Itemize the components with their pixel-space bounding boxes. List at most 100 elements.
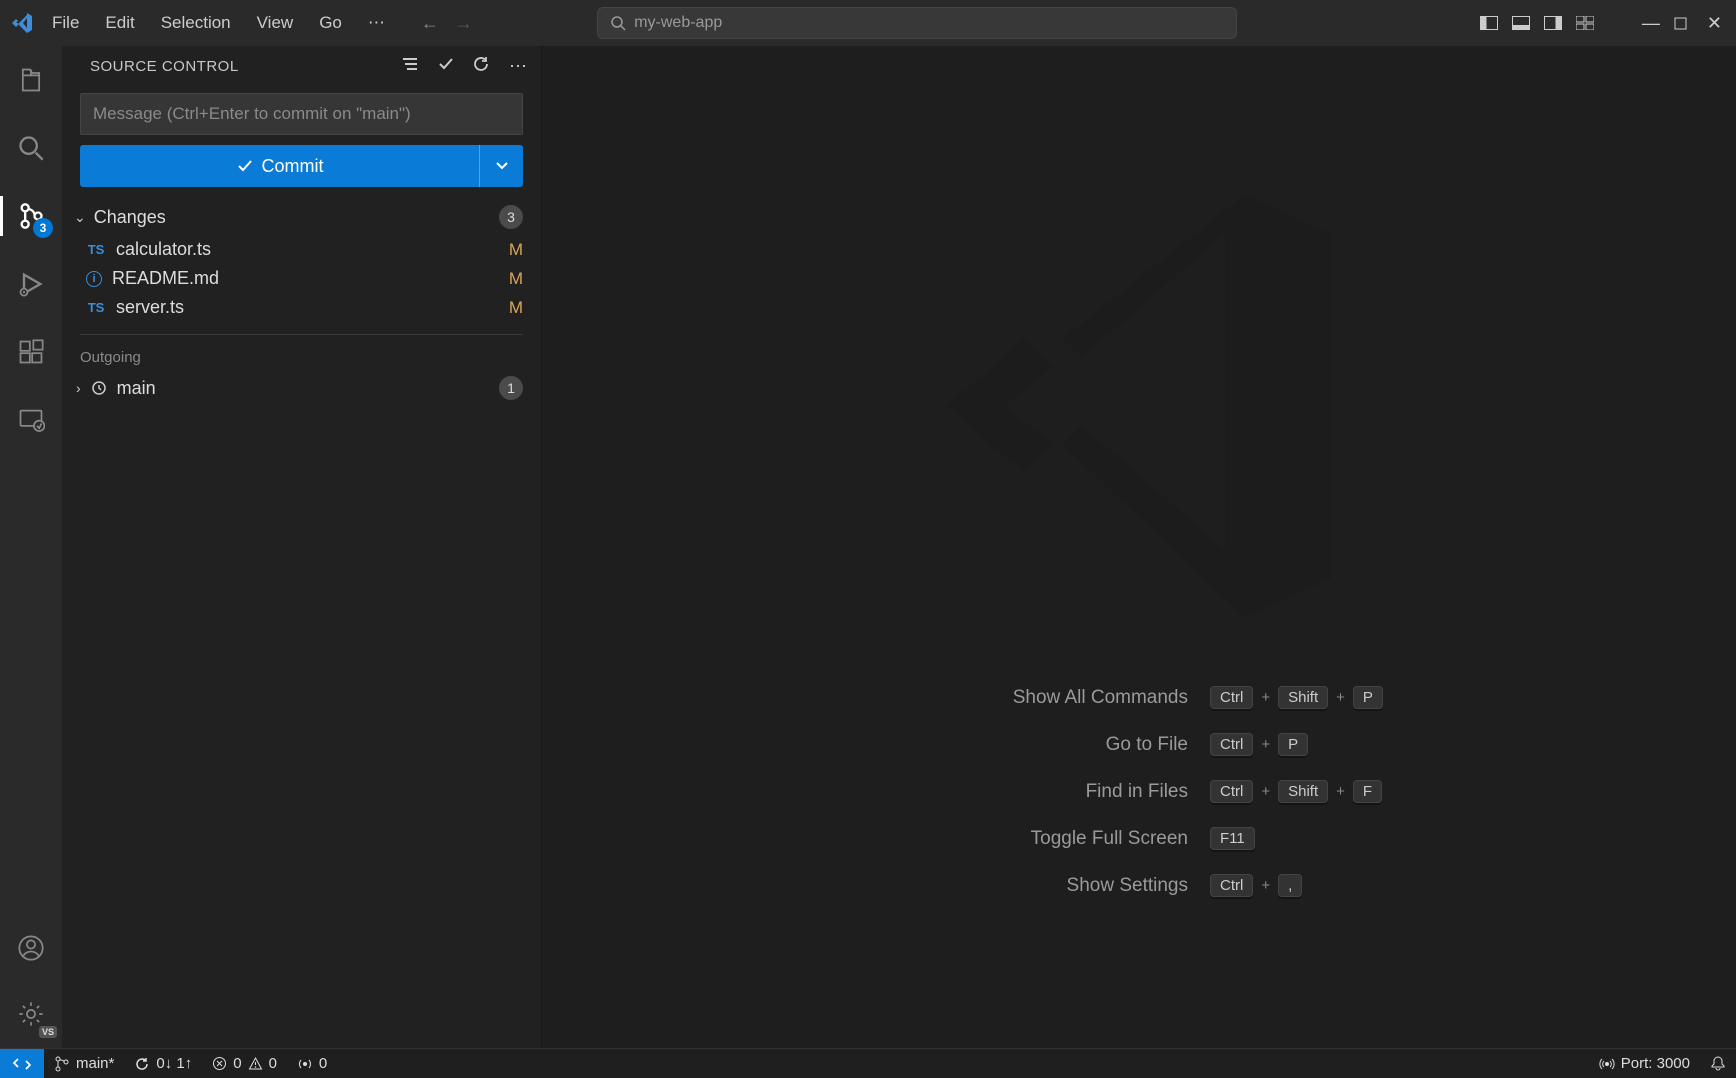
menu-go[interactable]: Go [309,9,352,37]
status-branch[interactable]: main* [44,1049,124,1078]
changes-section[interactable]: ⌄ Changes 3 [62,201,541,235]
commit-check-icon[interactable] [437,56,455,77]
git-branch-icon [54,1056,70,1072]
layout-bottom-icon[interactable] [1512,16,1530,30]
activity-account-icon[interactable] [11,928,51,968]
activity-debug-icon[interactable] [11,264,51,304]
menu-selection[interactable]: Selection [151,9,241,37]
key-cap: F11 [1210,827,1255,850]
status-bell-icon[interactable] [1700,1055,1736,1071]
activity-bar: 3 VS [0,46,62,1048]
menu-file[interactable]: File [42,9,89,37]
minimize-icon[interactable]: — [1642,13,1660,34]
status-bar: main* 0↓ 1↑ 0 0 0 Port: 3000 [0,1048,1736,1078]
status-port-forward[interactable]: Port: 3000 [1589,1055,1700,1072]
shortcut-label: Find in Files [848,781,1188,803]
menu-more-icon[interactable]: ⋯ [358,9,395,37]
sidebar-title: SOURCE CONTROL [90,58,239,75]
chevron-down-icon: ⌄ [74,209,86,226]
check-icon [236,158,254,174]
ts-file-icon: TS [86,242,106,257]
shortcut-label: Toggle Full Screen [848,828,1188,850]
outgoing-count-badge: 1 [499,376,523,400]
key-cap: Shift [1278,686,1328,709]
activity-remote-icon[interactable] [11,400,51,440]
warning-icon [248,1056,263,1071]
shortcut-keys: Ctrl+Shift+F [1210,780,1430,803]
antenna-icon [1599,1056,1615,1072]
shortcut-keys: Ctrl+, [1210,874,1430,897]
changed-file[interactable]: TS calculator.ts M [62,235,541,264]
vscode-watermark-icon [899,166,1379,646]
shortcut-keys: F11 [1210,827,1430,850]
activity-settings-icon[interactable]: VS [11,994,51,1034]
key-cap: P [1353,686,1383,709]
commit-button[interactable]: Commit [80,145,479,187]
shortcut-keys: Ctrl+P [1210,733,1430,756]
command-center-search[interactable]: my-web-app [597,7,1237,39]
error-icon [212,1056,227,1071]
shortcut-label: Show All Commands [848,687,1188,709]
menu-view[interactable]: View [247,9,304,37]
commit-message-input[interactable]: Message (Ctrl+Enter to commit on "main") [80,93,523,135]
scm-sidebar: SOURCE CONTROL ⋯ Message (Ctrl+Enter to … [62,46,542,1048]
key-cap: Ctrl [1210,874,1253,897]
shortcut-row: Go to File Ctrl+P [848,733,1430,756]
activity-extensions-icon[interactable] [11,332,51,372]
commit-circle-icon [91,380,107,396]
status-ports[interactable]: 0 [287,1049,337,1078]
status-problems[interactable]: 0 0 [202,1049,287,1078]
key-cap: F [1353,780,1382,803]
key-cap: Ctrl [1210,686,1253,709]
layout-right-icon[interactable] [1544,16,1562,30]
scm-badge: 3 [33,218,53,238]
key-cap: , [1278,874,1302,897]
outgoing-label: Outgoing [62,335,541,370]
changed-file[interactable]: TS server.ts M [62,293,541,322]
radio-icon [297,1056,313,1072]
editor-area: Show All Commands Ctrl+Shift+P Go to File C… [542,46,1736,1048]
ts-file-icon: TS [86,300,106,315]
activity-scm-icon[interactable]: 3 [11,196,51,236]
modified-indicator: M [509,240,523,260]
key-cap: Shift [1278,780,1328,803]
chevron-right-icon: › [76,380,81,396]
modified-indicator: M [509,269,523,289]
shortcut-row: Show All Commands Ctrl+Shift+P [848,686,1430,709]
shortcut-row: Show Settings Ctrl+, [848,874,1430,897]
outgoing-branch[interactable]: › main 1 [62,370,541,406]
search-icon [610,15,626,31]
shortcut-label: Go to File [848,734,1188,756]
nav-back-icon[interactable]: ← [421,13,439,34]
nav-forward-icon[interactable]: → [455,13,473,34]
remote-indicator-icon[interactable] [0,1049,44,1078]
settings-profile-badge: VS [39,1026,57,1038]
menu-edit[interactable]: Edit [95,9,144,37]
modified-indicator: M [509,298,523,318]
key-cap: Ctrl [1210,780,1253,803]
maximize-icon[interactable] [1674,17,1687,30]
changes-count-badge: 3 [499,205,523,229]
title-bar: File Edit Selection View Go ⋯ ← → my-web… [0,0,1736,46]
activity-explorer-icon[interactable] [11,60,51,100]
info-file-icon: i [86,271,102,287]
activity-search-icon[interactable] [11,128,51,168]
search-placeholder: my-web-app [634,14,722,32]
refresh-icon[interactable] [473,56,491,77]
more-actions-icon[interactable]: ⋯ [509,56,527,77]
shortcut-keys: Ctrl+Shift+P [1210,686,1430,709]
close-icon[interactable]: ✕ [1701,13,1728,34]
shortcut-row: Toggle Full Screen F11 [848,827,1430,850]
vscode-logo-icon [8,9,36,37]
key-cap: Ctrl [1210,733,1253,756]
key-cap: P [1278,733,1308,756]
shortcut-label: Show Settings [848,875,1188,897]
shortcut-row: Find in Files Ctrl+Shift+F [848,780,1430,803]
sync-icon [134,1056,150,1072]
customize-layout-icon[interactable] [1576,16,1594,30]
view-as-tree-icon[interactable] [401,56,419,77]
commit-dropdown-icon[interactable] [479,145,523,187]
changed-file[interactable]: i README.md M [62,264,541,293]
layout-left-icon[interactable] [1480,16,1498,30]
status-sync[interactable]: 0↓ 1↑ [124,1049,202,1078]
